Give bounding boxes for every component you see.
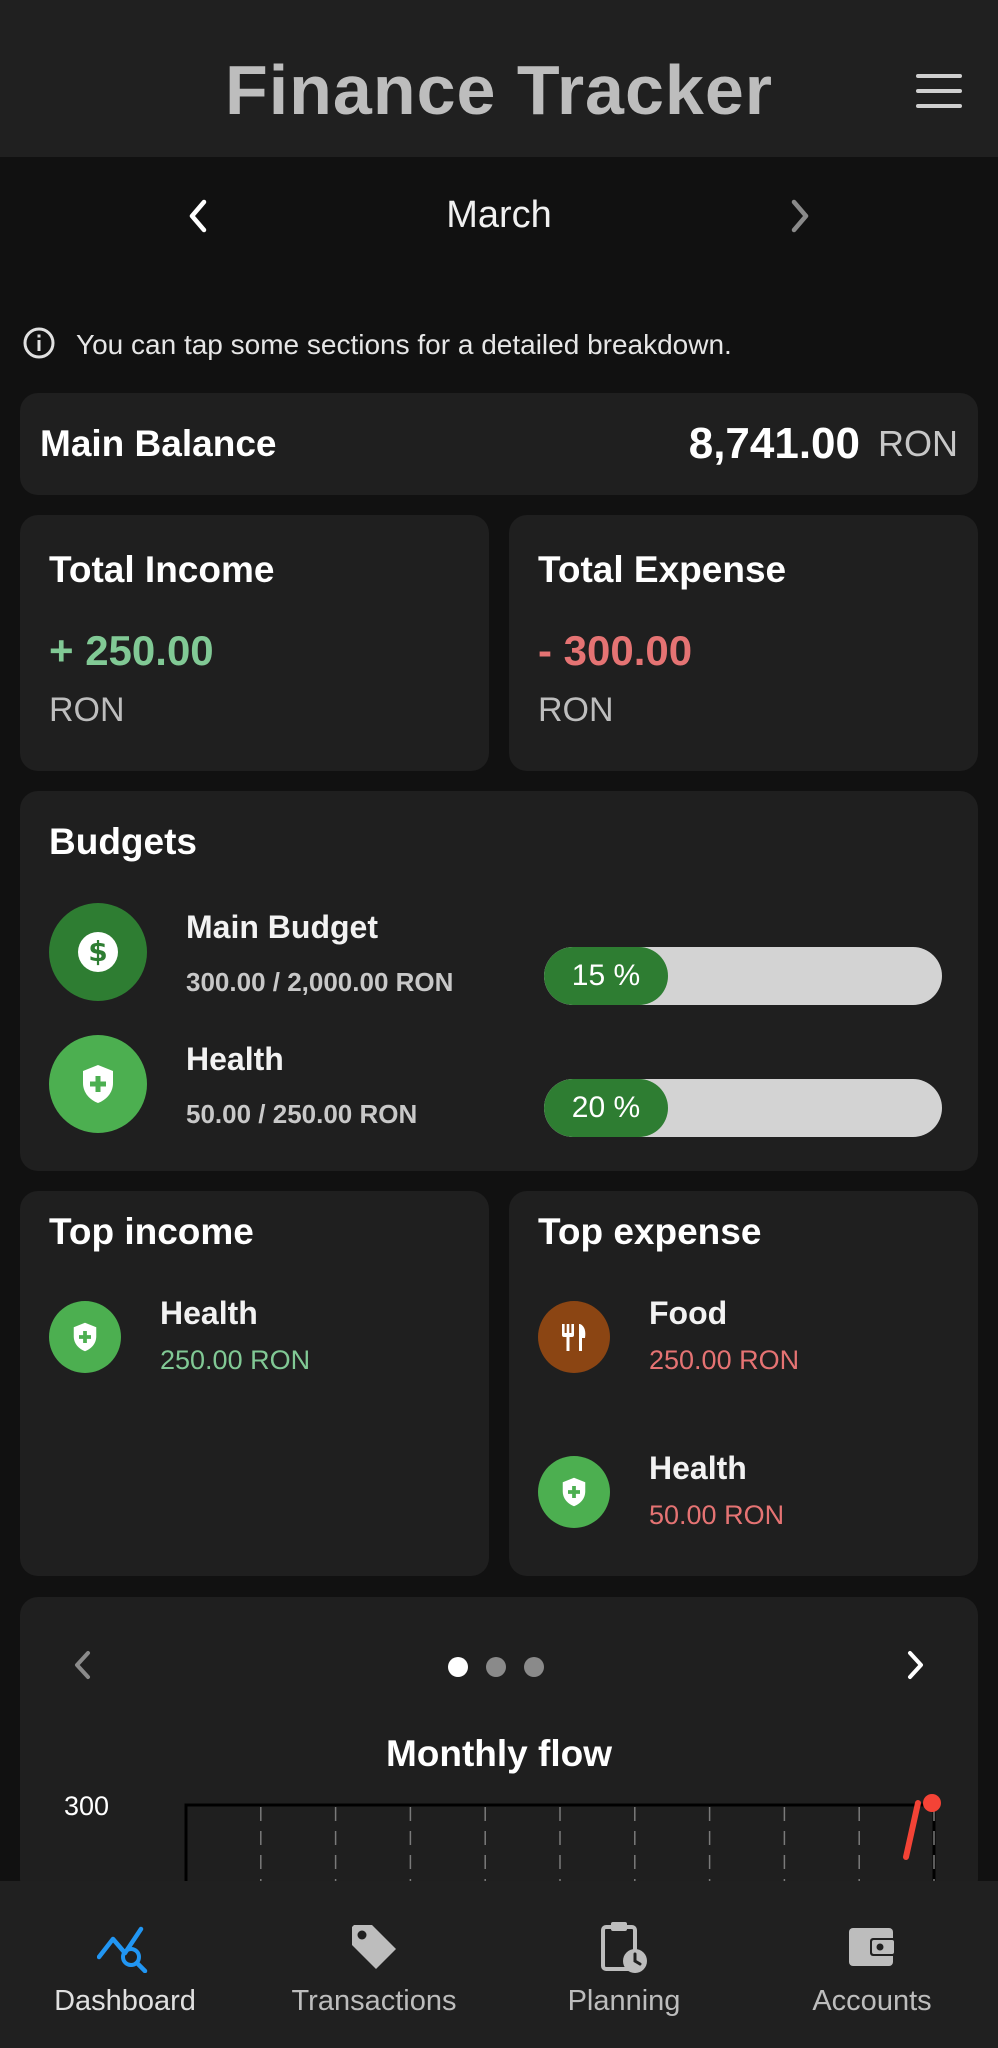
chart-search-icon (97, 1919, 153, 1975)
hamburger-menu-icon[interactable] (916, 74, 962, 108)
nav-label: Planning (567, 1985, 681, 2017)
balance-currency: RON (878, 423, 958, 464)
total-income-value: + 250.00 (49, 627, 214, 674)
budget-percent: 15 % (571, 959, 641, 992)
top-income-name: Health (160, 1295, 258, 1331)
monthly-flow-chart: 300 (64, 1791, 941, 1897)
nav-dashboard[interactable]: Dashboard (30, 1881, 220, 2048)
top-income-title: Top income (49, 1211, 254, 1252)
month-label: March (446, 194, 552, 236)
nav-label: Transactions (291, 1985, 457, 2017)
nav-accounts[interactable]: Accounts (772, 1881, 972, 2048)
series-line (903, 1800, 921, 1860)
shield-plus-icon (538, 1456, 610, 1528)
main-balance-card[interactable]: Main Balance 8,741.00 RON (20, 393, 978, 495)
top-expense-item[interactable]: Health 50.00 RON (509, 1450, 978, 1530)
top-expense-item[interactable]: Food 250.00 RON (509, 1295, 978, 1375)
top-expense-amount: 250.00 RON (649, 1345, 800, 1375)
info-icon (22, 326, 56, 365)
budget-row-health[interactable]: Health 50.00 / 250.00 RON 20 % (20, 1035, 978, 1137)
tag-icon (346, 1919, 402, 1975)
svg-text:$: $ (88, 935, 107, 968)
total-expense-card[interactable]: Total Expense - 300.00 RON (509, 515, 978, 771)
balance-value: 8,741.00 (688, 419, 860, 468)
wallet-icon (844, 1919, 900, 1975)
nav-label: Dashboard (54, 1985, 196, 2017)
clipboard-clock-icon (596, 1919, 652, 1975)
total-expense-currency: RON (538, 691, 614, 729)
top-expense-title: Top expense (538, 1211, 762, 1252)
shield-plus-icon (49, 1035, 147, 1133)
budget-name: Health (186, 1041, 284, 1077)
nav-label: Accounts (812, 1985, 932, 2017)
top-expense-name: Health (649, 1450, 747, 1486)
shield-plus-icon (49, 1301, 121, 1373)
budgets-card[interactable]: Budgets $ Main Budget 300.00 / 2,000.00 … (20, 791, 978, 1171)
budget-progress-bar: 20 % (544, 1079, 942, 1137)
hint-text: You can tap some sections for a detailed… (76, 329, 732, 360)
total-expense-title: Total Expense (538, 549, 787, 590)
budget-row-main[interactable]: $ Main Budget 300.00 / 2,000.00 RON 15 % (20, 903, 978, 1005)
nav-transactions[interactable]: Transactions (274, 1881, 474, 2048)
app-title: Finance Tracker (224, 51, 774, 129)
bottom-nav: Dashboard Transactions Planning Accounts (0, 1881, 998, 2048)
total-expense-value: - 300.00 (538, 627, 693, 674)
top-expense-card[interactable]: Top expense Food 250.00 RON Health 50.00… (509, 1191, 978, 1576)
hint: You can tap some sections for a detailed… (22, 326, 732, 365)
chart-carousel-card[interactable]: Monthly flow 300 (20, 1597, 978, 1897)
budget-progress-bar: 15 % (544, 947, 942, 1005)
top-income-amount: 250.00 RON (160, 1345, 311, 1375)
dollar-icon: $ (49, 903, 147, 1001)
total-income-currency: RON (49, 691, 125, 729)
balance-label: Main Balance (40, 423, 277, 464)
chevron-right-icon[interactable] (782, 196, 818, 236)
app-header: Finance Tracker (0, 0, 998, 157)
total-income-title: Total Income (49, 549, 275, 590)
top-expense-amount: 50.00 RON (649, 1500, 785, 1530)
top-income-card[interactable]: Top income Health 250.00 RON (20, 1191, 489, 1576)
budget-percent: 20 % (571, 1091, 641, 1124)
budgets-title: Budgets (49, 821, 197, 862)
y-tick-label: 300 (64, 1791, 109, 1821)
series-point (923, 1794, 941, 1812)
nav-planning[interactable]: Planning (524, 1881, 724, 2048)
budget-amount: 50.00 / 250.00 RON (186, 1099, 418, 1129)
fork-knife-icon (538, 1301, 610, 1373)
budget-name: Main Budget (186, 909, 378, 945)
top-expense-name: Food (649, 1295, 728, 1331)
total-income-card[interactable]: Total Income + 250.00 RON (20, 515, 489, 771)
top-income-item[interactable]: Health 250.00 RON (20, 1295, 489, 1375)
budget-amount: 300.00 / 2,000.00 RON (186, 967, 454, 997)
